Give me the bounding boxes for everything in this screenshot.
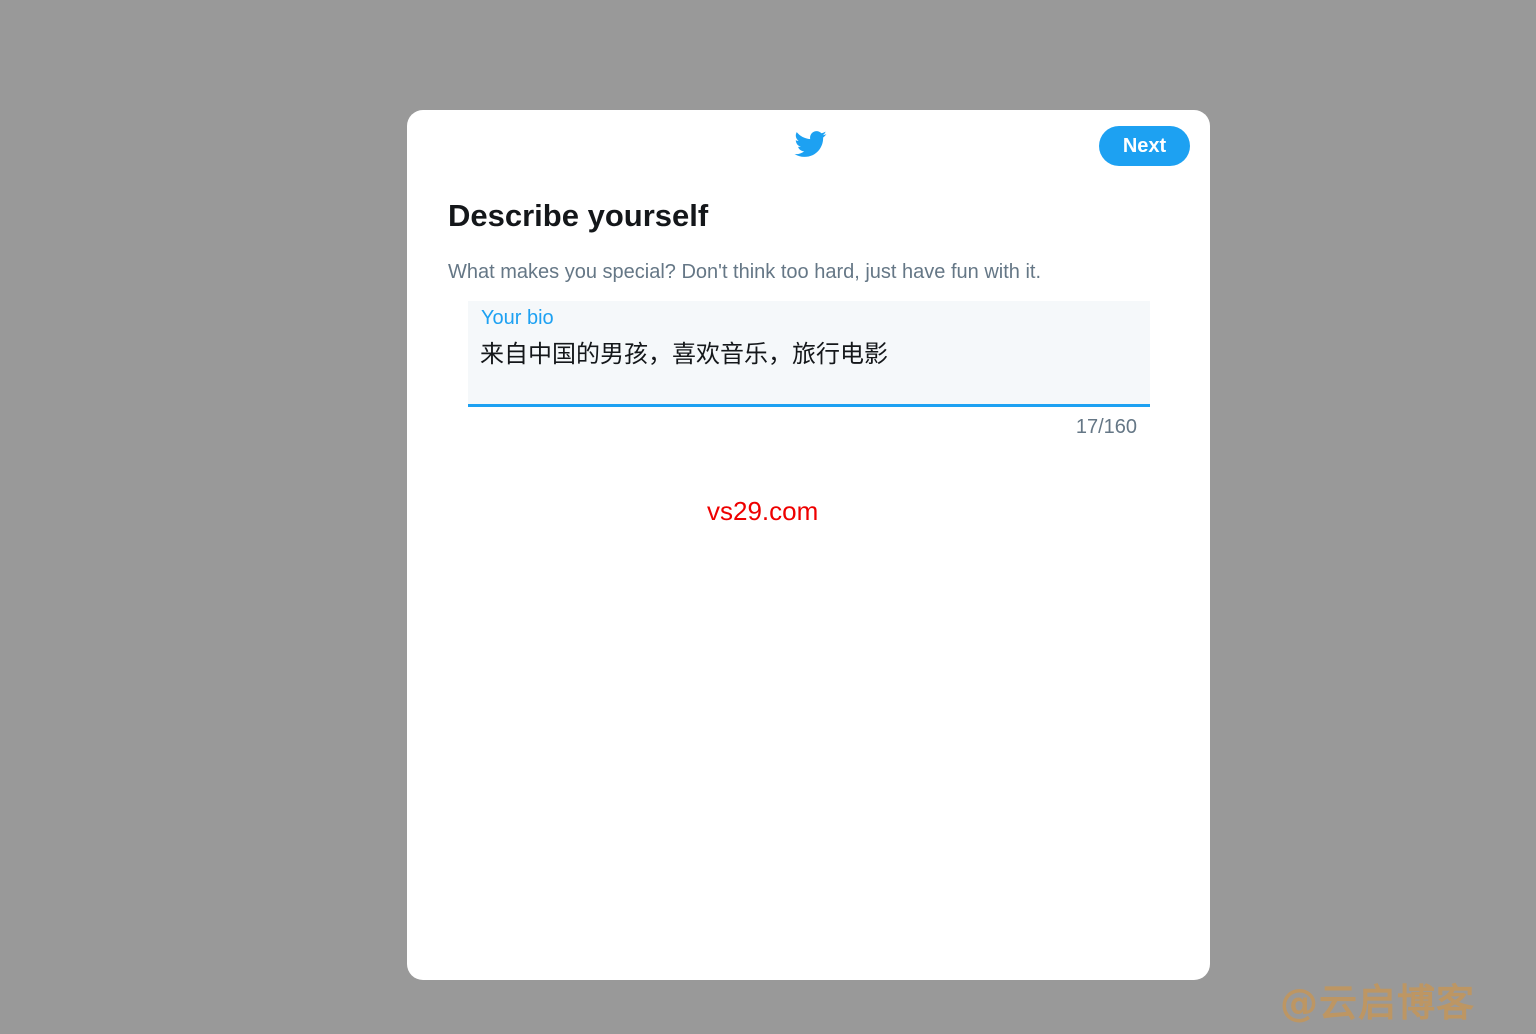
bio-field[interactable]: Your bio <box>468 301 1150 407</box>
next-button[interactable]: Next <box>1099 126 1190 166</box>
page-subtitle: What makes you special? Don't think too … <box>448 261 1042 283</box>
page-title: Describe yourself <box>448 198 709 233</box>
site-watermark: vs29.com <box>707 496 819 526</box>
describe-yourself-modal: Next Describe yourself What makes you sp… <box>407 110 1210 980</box>
twitter-bird-icon <box>793 128 829 160</box>
character-counter: 17/160 <box>1075 416 1137 438</box>
bio-input[interactable] <box>480 337 1130 365</box>
blog-watermark: @云启博客 <box>1280 981 1476 1025</box>
bio-label: Your bio <box>481 307 554 329</box>
